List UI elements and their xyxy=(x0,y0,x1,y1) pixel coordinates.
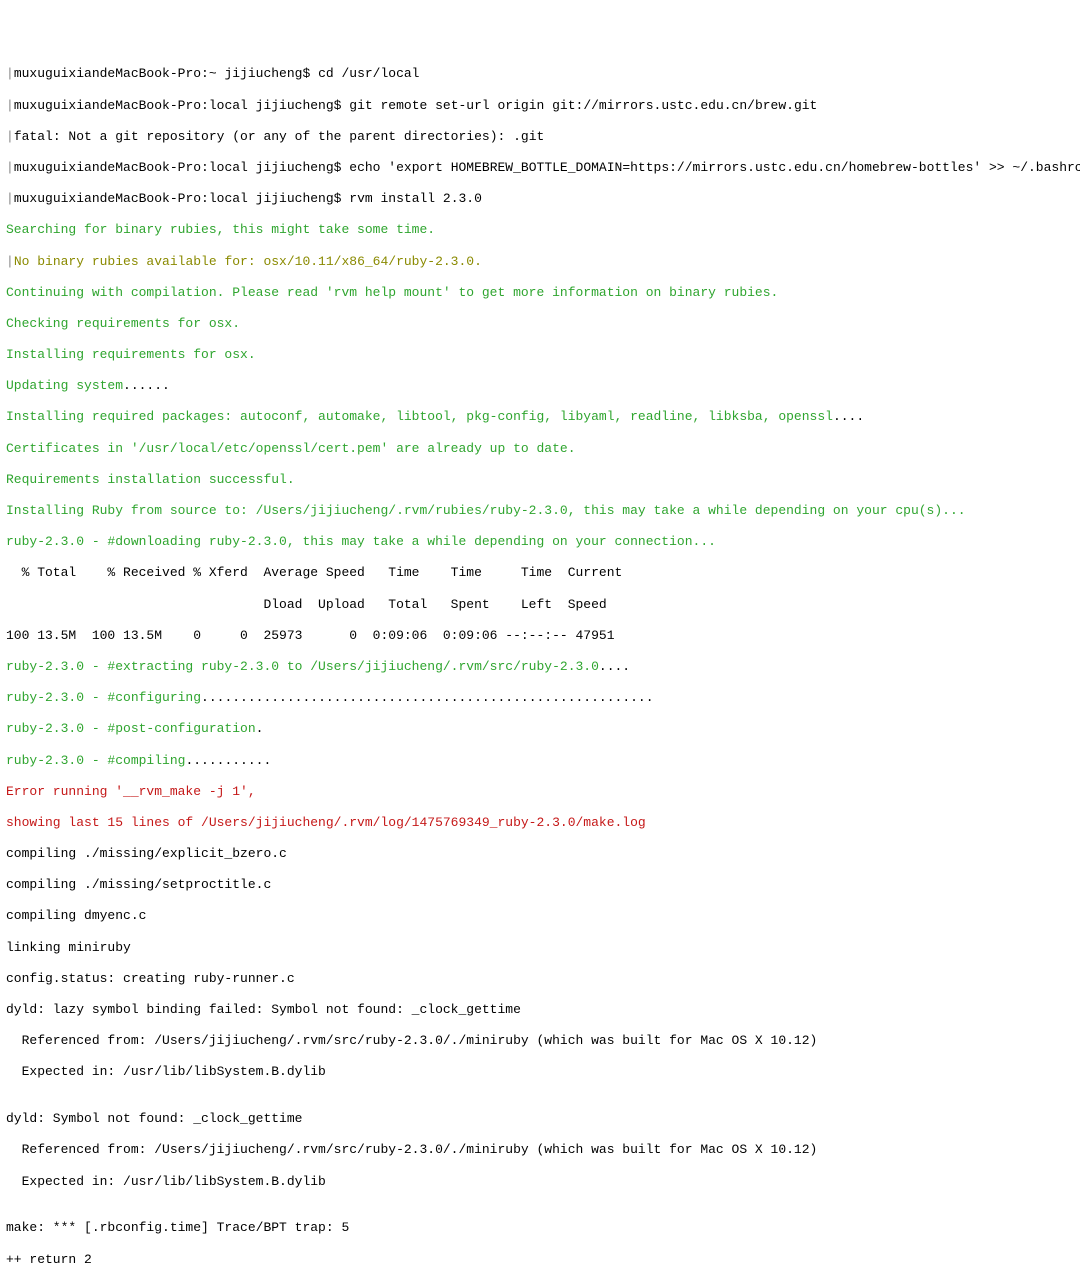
progress-dots: ...... xyxy=(123,378,170,393)
shell-command: cd /usr/local xyxy=(318,66,419,81)
terminal-line-5: |muxuguixiandeMacBook-Pro:local jijiuche… xyxy=(6,191,1074,207)
rvm-install-ruby-msg: Installing Ruby from source to: /Users/j… xyxy=(6,503,966,518)
progress-dots: ........... xyxy=(185,753,271,768)
rvm-output: |No binary rubies available for: osx/10.… xyxy=(6,254,1074,270)
progress-dots: .... xyxy=(599,659,630,674)
rvm-search-msg: Searching for binary rubies, this might … xyxy=(6,222,435,237)
shell-command: echo 'export HOMEBREW_BOTTLE_DOMAIN=http… xyxy=(349,160,1080,175)
progress-dots: ........................................… xyxy=(201,690,653,705)
rvm-install-req-msg: Installing requirements for osx. xyxy=(6,347,256,362)
rvm-output: Checking requirements for osx. xyxy=(6,316,1074,332)
make-log-line: Referenced from: /Users/jijiucheng/.rvm/… xyxy=(6,1033,1074,1049)
rvm-compiling-msg: ruby-2.3.0 - #compiling xyxy=(6,753,185,768)
terminal-line-3: |fatal: Not a git repository (or any of … xyxy=(6,129,1074,145)
rvm-extracting-msg: ruby-2.3.0 - #extracting ruby-2.3.0 to /… xyxy=(6,659,599,674)
rvm-output: ruby-2.3.0 - #compiling........... xyxy=(6,753,1074,769)
rvm-output: Certificates in '/usr/local/etc/openssl/… xyxy=(6,441,1074,457)
make-log-line: config.status: creating ruby-runner.c xyxy=(6,971,1074,987)
make-log-line: dyld: lazy symbol binding failed: Symbol… xyxy=(6,1002,1074,1018)
make-log-line: dyld: Symbol not found: _clock_gettime xyxy=(6,1111,1074,1127)
rvm-check-req-msg: Checking requirements for osx. xyxy=(6,316,240,331)
rvm-output: Continuing with compilation. Please read… xyxy=(6,285,1074,301)
shell-prompt: muxuguixiandeMacBook-Pro:~ jijiucheng$ xyxy=(14,66,318,81)
rvm-output: Updating system...... xyxy=(6,378,1074,394)
rvm-update-system-msg: Updating system xyxy=(6,378,123,393)
rvm-output: Requirements installation successful. xyxy=(6,472,1074,488)
rvm-output: ruby-2.3.0 - #extracting ruby-2.3.0 to /… xyxy=(6,659,1074,675)
rvm-output: Installing required packages: autoconf, … xyxy=(6,409,1074,425)
rvm-install-pkgs-msg: Installing required packages: autoconf, … xyxy=(6,409,833,424)
shell-command: rvm install 2.3.0 xyxy=(349,191,482,206)
cursor-marker: | xyxy=(6,66,14,81)
make-log-line: make: *** [.rbconfig.time] Trace/BPT tra… xyxy=(6,1220,1074,1236)
make-log-line: compiling ./missing/setproctitle.c xyxy=(6,877,1074,893)
rvm-output: ruby-2.3.0 - #downloading ruby-2.3.0, th… xyxy=(6,534,1074,550)
cursor-marker: | xyxy=(6,191,14,206)
rvm-certs-msg: Certificates in '/usr/local/etc/openssl/… xyxy=(6,441,576,456)
rvm-configuring-msg: ruby-2.3.0 - #configuring xyxy=(6,690,201,705)
shell-prompt: muxuguixiandeMacBook-Pro:local jijiuchen… xyxy=(14,160,349,175)
curl-progress: 100 13.5M 100 13.5M 0 0 25973 0 0:09:06 … xyxy=(6,628,1074,644)
curl-header-2: Dload Upload Total Spent Left Speed xyxy=(6,597,1074,613)
rvm-downloading-msg: ruby-2.3.0 - #downloading ruby-2.3.0, th… xyxy=(6,534,716,549)
terminal-line-1: |muxuguixiandeMacBook-Pro:~ jijiucheng$ … xyxy=(6,66,1074,82)
rvm-req-success-msg: Requirements installation successful. xyxy=(6,472,295,487)
make-log-line: compiling ./missing/explicit_bzero.c xyxy=(6,846,1074,862)
shell-command: git remote set-url origin git://mirrors.… xyxy=(349,98,817,113)
progress-dots: . xyxy=(256,721,264,736)
make-log-line: linking miniruby xyxy=(6,940,1074,956)
cursor-marker: | xyxy=(6,160,14,175)
progress-dots: .... xyxy=(833,409,864,424)
rvm-output: Installing Ruby from source to: /Users/j… xyxy=(6,503,1074,519)
rvm-compile-msg: Continuing with compilation. Please read… xyxy=(6,285,778,300)
shell-prompt: muxuguixiandeMacBook-Pro:local jijiuchen… xyxy=(14,191,349,206)
make-log-line: Expected in: /usr/lib/libSystem.B.dylib xyxy=(6,1064,1074,1080)
rvm-output: ruby-2.3.0 - #configuring...............… xyxy=(6,690,1074,706)
git-error-output: fatal: Not a git repository (or any of t… xyxy=(14,129,545,144)
rvm-postconfig-msg: ruby-2.3.0 - #post-configuration xyxy=(6,721,256,736)
rvm-error-line-1: Error running '__rvm_make -j 1', xyxy=(6,784,1074,800)
curl-header-1: % Total % Received % Xferd Average Speed… xyxy=(6,565,1074,581)
rvm-error-line-2: showing last 15 lines of /Users/jijiuche… xyxy=(6,815,1074,831)
rvm-output: Searching for binary rubies, this might … xyxy=(6,222,1074,238)
terminal-line-2: |muxuguixiandeMacBook-Pro:local jijiuche… xyxy=(6,98,1074,114)
cursor-marker: | xyxy=(6,98,14,113)
make-log-line: Referenced from: /Users/jijiucheng/.rvm/… xyxy=(6,1142,1074,1158)
rvm-no-binary-msg: No binary rubies available for: osx/10.1… xyxy=(14,254,482,269)
cursor-marker: | xyxy=(6,129,14,144)
cursor-marker: | xyxy=(6,254,14,269)
rvm-output: ruby-2.3.0 - #post-configuration. xyxy=(6,721,1074,737)
rvm-output: Installing requirements for osx. xyxy=(6,347,1074,363)
shell-prompt: muxuguixiandeMacBook-Pro:local jijiuchen… xyxy=(14,98,349,113)
make-log-line: compiling dmyenc.c xyxy=(6,908,1074,924)
make-log-line: Expected in: /usr/lib/libSystem.B.dylib xyxy=(6,1174,1074,1190)
terminal-line-4: |muxuguixiandeMacBook-Pro:local jijiuche… xyxy=(6,160,1074,176)
make-log-line: ++ return 2 xyxy=(6,1252,1074,1268)
